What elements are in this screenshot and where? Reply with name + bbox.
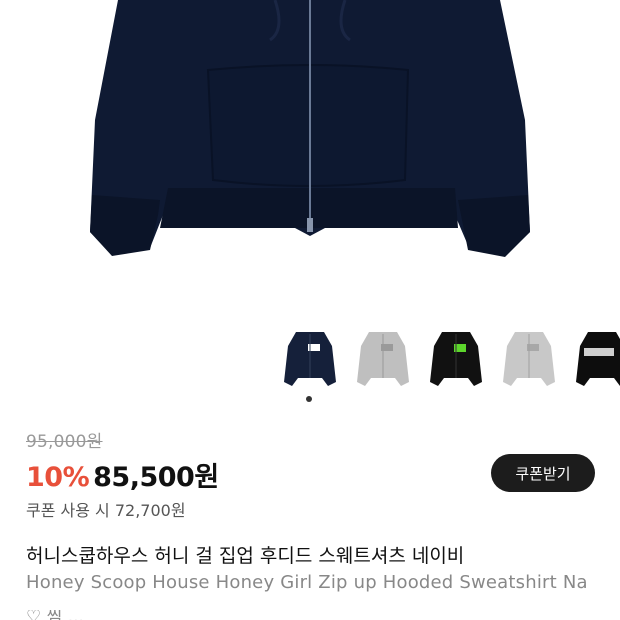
cutoff-row: ♡ 찜 ... <box>26 610 166 620</box>
coupon-price: 쿠폰 사용 시 72,700원 <box>26 501 186 520</box>
thumbnail-grey[interactable] <box>355 326 411 390</box>
sale-price: 85,500원 <box>93 462 219 493</box>
cutoff-text: ♡ 찜 ... <box>26 610 84 620</box>
thumbnail-light-grey[interactable] <box>501 326 557 390</box>
carousel-indicator-dot <box>306 396 312 402</box>
discount-rate: 10% <box>26 462 90 493</box>
thumbnail-navy[interactable] <box>282 326 338 390</box>
coupon-download-button[interactable]: 쿠폰받기 <box>491 454 595 492</box>
thumbnail-black-green[interactable] <box>428 326 484 390</box>
original-price: 95,000원 <box>26 432 103 452</box>
product-title-korean: 허니스쿱하우스 허니 걸 집업 후디드 스웨트셔츠 네이비 <box>26 545 465 567</box>
product-image[interactable] <box>0 0 620 310</box>
thumbnail-black[interactable] <box>574 326 620 390</box>
price-row: 10% 85,500원 <box>26 455 219 494</box>
hoodie-image <box>90 0 530 257</box>
thumbnail-strip <box>282 326 620 390</box>
product-title-english: Honey Scoop House Honey Girl Zip up Hood… <box>26 572 588 593</box>
